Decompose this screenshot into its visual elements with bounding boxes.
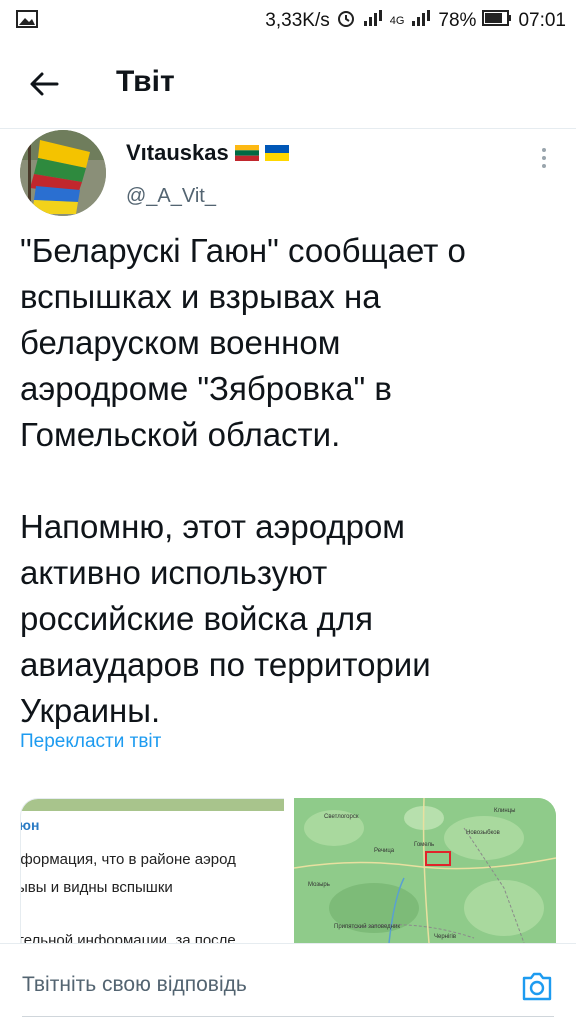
arrow-left-icon: [30, 72, 59, 96]
clock: 07:01: [518, 10, 566, 31]
media-title-text: юн: [20, 817, 40, 833]
battery-icon: [482, 10, 512, 32]
map-label: Припятский заповедник: [334, 924, 400, 930]
tweet-text: "Беларускі Гаюн" сообщает о вспышках и в…: [20, 232, 466, 729]
battery-percent: 78%: [438, 10, 477, 31]
reply-underline: [22, 1016, 554, 1017]
media-text-line: іформация, что в районе аэрод: [20, 851, 236, 868]
signal-icon-2: [410, 9, 432, 33]
media-text-line: ывы и видны вспышки: [20, 879, 173, 896]
author-name[interactable]: Vıtauskas: [126, 140, 229, 166]
author-row: Vıtauskas: [126, 140, 289, 166]
map-label: Чернігів: [434, 934, 457, 940]
map-label: Речица: [374, 848, 395, 854]
lithuania-flag-icon: [234, 145, 259, 161]
author-handle[interactable]: @_A_Vit_: [126, 185, 216, 208]
map-label: Новозыбков: [466, 830, 500, 836]
reply-bar: Твітніть свою відповідь: [0, 943, 576, 1025]
map-label: Гомель: [414, 842, 435, 848]
image-icon: [16, 10, 38, 34]
reply-input[interactable]: Твітніть свою відповідь: [22, 973, 247, 997]
map-label: Клинцы: [494, 808, 516, 814]
camera-icon: [522, 972, 552, 1001]
map-label: Мозырь: [308, 882, 330, 888]
net-speed: 3,33K/s: [265, 10, 330, 31]
ukraine-flag-icon: [264, 145, 289, 161]
back-button[interactable]: [22, 62, 66, 106]
camera-button[interactable]: [519, 968, 555, 1004]
signal-icon: [362, 9, 384, 33]
page-title: Твіт: [116, 65, 175, 98]
dot-icon: [542, 156, 546, 160]
map-label: Светлогорск: [324, 814, 359, 820]
translate-tweet-link[interactable]: Перекласти твіт: [20, 731, 161, 753]
media-image-text[interactable]: юн іформация, что в районе аэрод ывы и в…: [20, 798, 284, 944]
image-banner: [21, 799, 284, 811]
status-bar: 3,33K/s 4G 78% 07:01: [0, 0, 576, 40]
media-image-map[interactable]: Светлогорск Гомель Речица Новозыбков Кли…: [294, 798, 556, 943]
alarm-icon: [336, 8, 356, 34]
dot-icon: [542, 164, 546, 168]
more-options-button[interactable]: [532, 140, 556, 176]
dot-icon: [542, 148, 546, 152]
app-header: Твіт: [0, 40, 576, 129]
network-type: 4G: [389, 15, 405, 27]
avatar[interactable]: [20, 130, 106, 216]
